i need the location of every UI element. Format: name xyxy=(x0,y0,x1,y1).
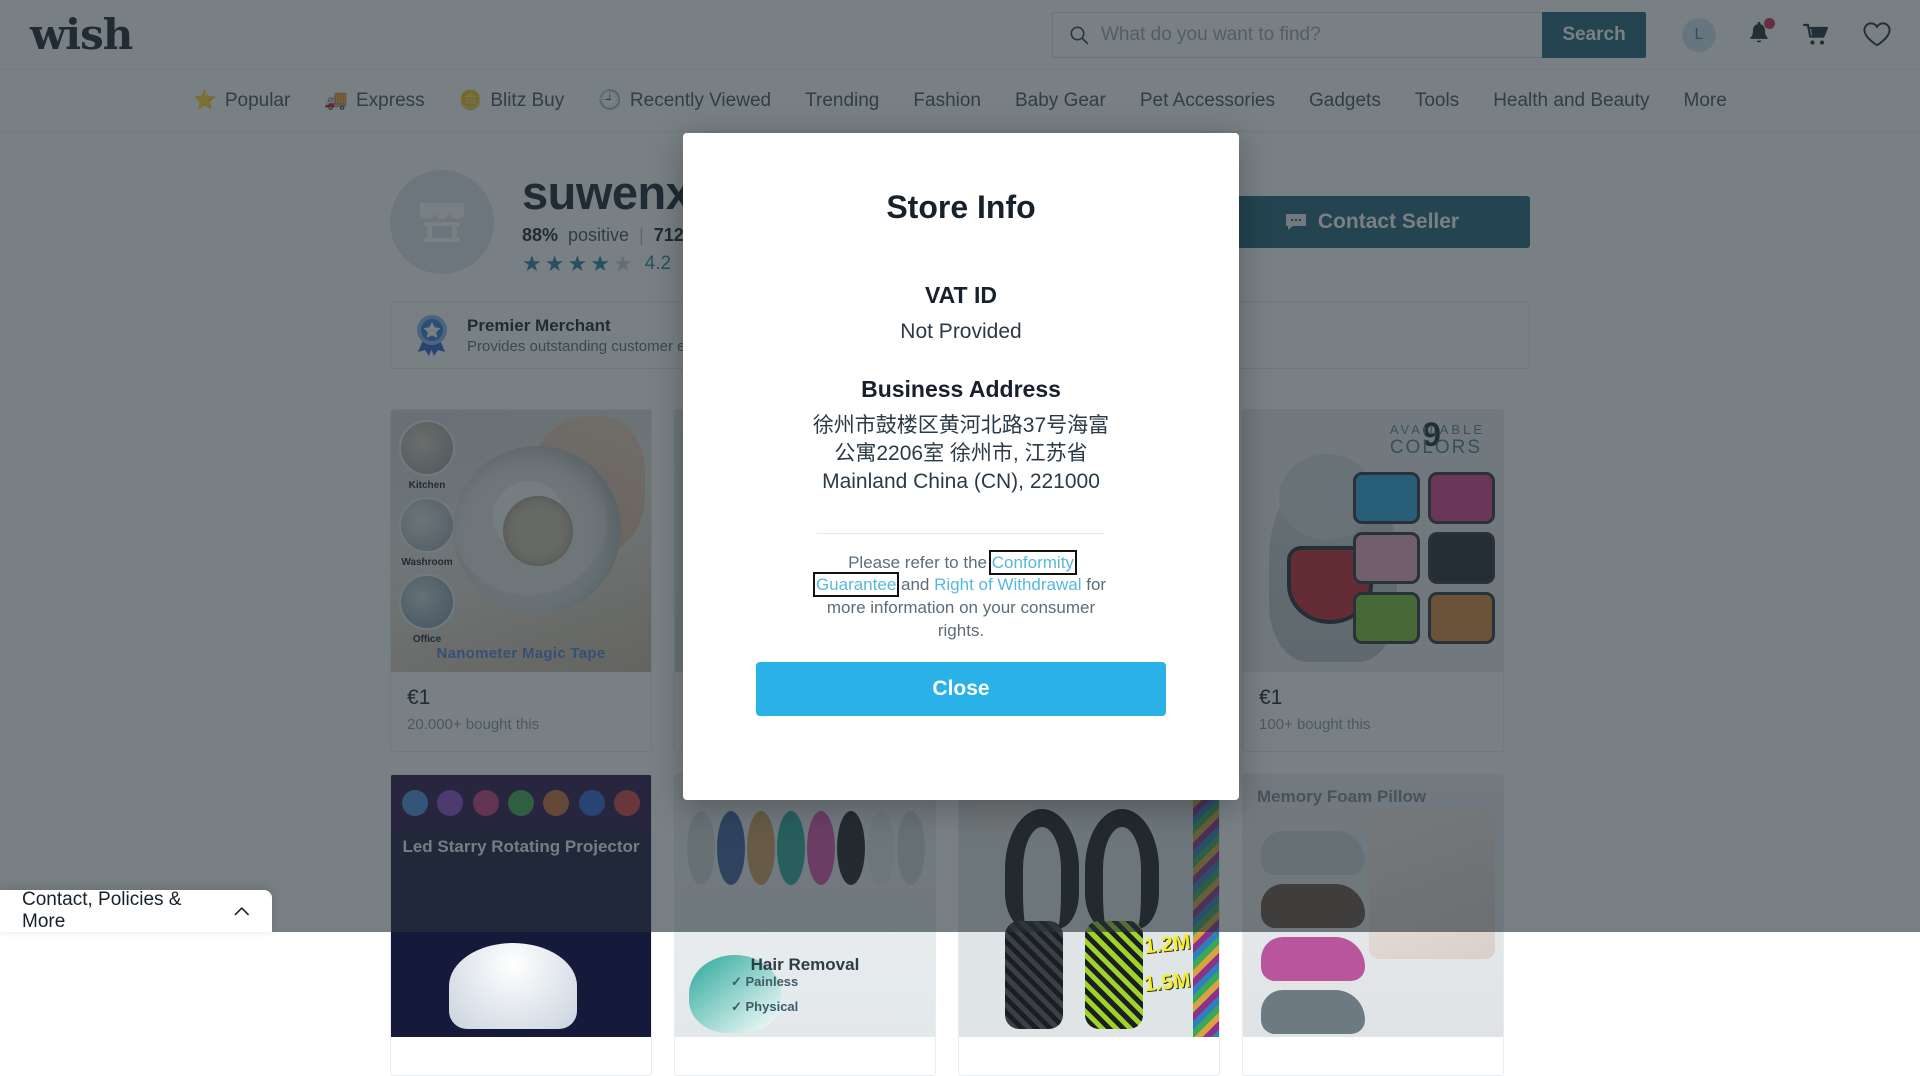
business-address-line-2: 公寓2206室 徐州市, 江苏省 xyxy=(834,440,1087,468)
business-address-label: Business Address xyxy=(861,376,1061,403)
leash-length-label: 1.2M xyxy=(1143,931,1192,960)
vat-id-value: Not Provided xyxy=(900,318,1021,346)
consumer-rights-text: Please refer to the Conformity Guarantee… xyxy=(811,552,1111,644)
vat-id-label: VAT ID xyxy=(925,282,997,309)
product-info xyxy=(959,1037,1219,1075)
contact-policies-tab[interactable]: Contact, Policies & More xyxy=(0,890,272,932)
business-address-line-1: 徐州市鼓楼区黄河北路37号海富 xyxy=(813,412,1109,440)
product-art-caption: Hair Removal xyxy=(675,955,935,975)
rights-middle: and xyxy=(896,575,929,594)
pillow xyxy=(1261,937,1365,981)
leash-length-label: 1.5M xyxy=(1143,969,1192,998)
chevron-up-icon xyxy=(234,906,250,916)
rights-prefix: Please refer to the xyxy=(848,553,987,572)
product-info xyxy=(675,1037,935,1075)
leash-rope xyxy=(1085,921,1143,1029)
projector-dome xyxy=(449,943,577,1029)
close-button[interactable]: Close xyxy=(756,662,1166,716)
modal-divider xyxy=(817,533,1105,534)
pillow xyxy=(1261,990,1365,1034)
modal-title: Store Info xyxy=(886,189,1035,226)
product-info xyxy=(1243,1037,1503,1075)
contact-policies-label: Contact, Policies & More xyxy=(22,889,224,933)
leash-rope xyxy=(1005,921,1063,1029)
business-address-line-3: Mainland China (CN), 221000 xyxy=(822,468,1100,496)
hair-feature-bullets: ✓ Painless ✓ Physical xyxy=(731,970,798,1019)
store-info-modal: Store Info VAT ID Not Provided Business … xyxy=(683,133,1239,800)
product-info xyxy=(391,1037,651,1075)
right-of-withdrawal-link[interactable]: Right of Withdrawal xyxy=(934,575,1081,594)
